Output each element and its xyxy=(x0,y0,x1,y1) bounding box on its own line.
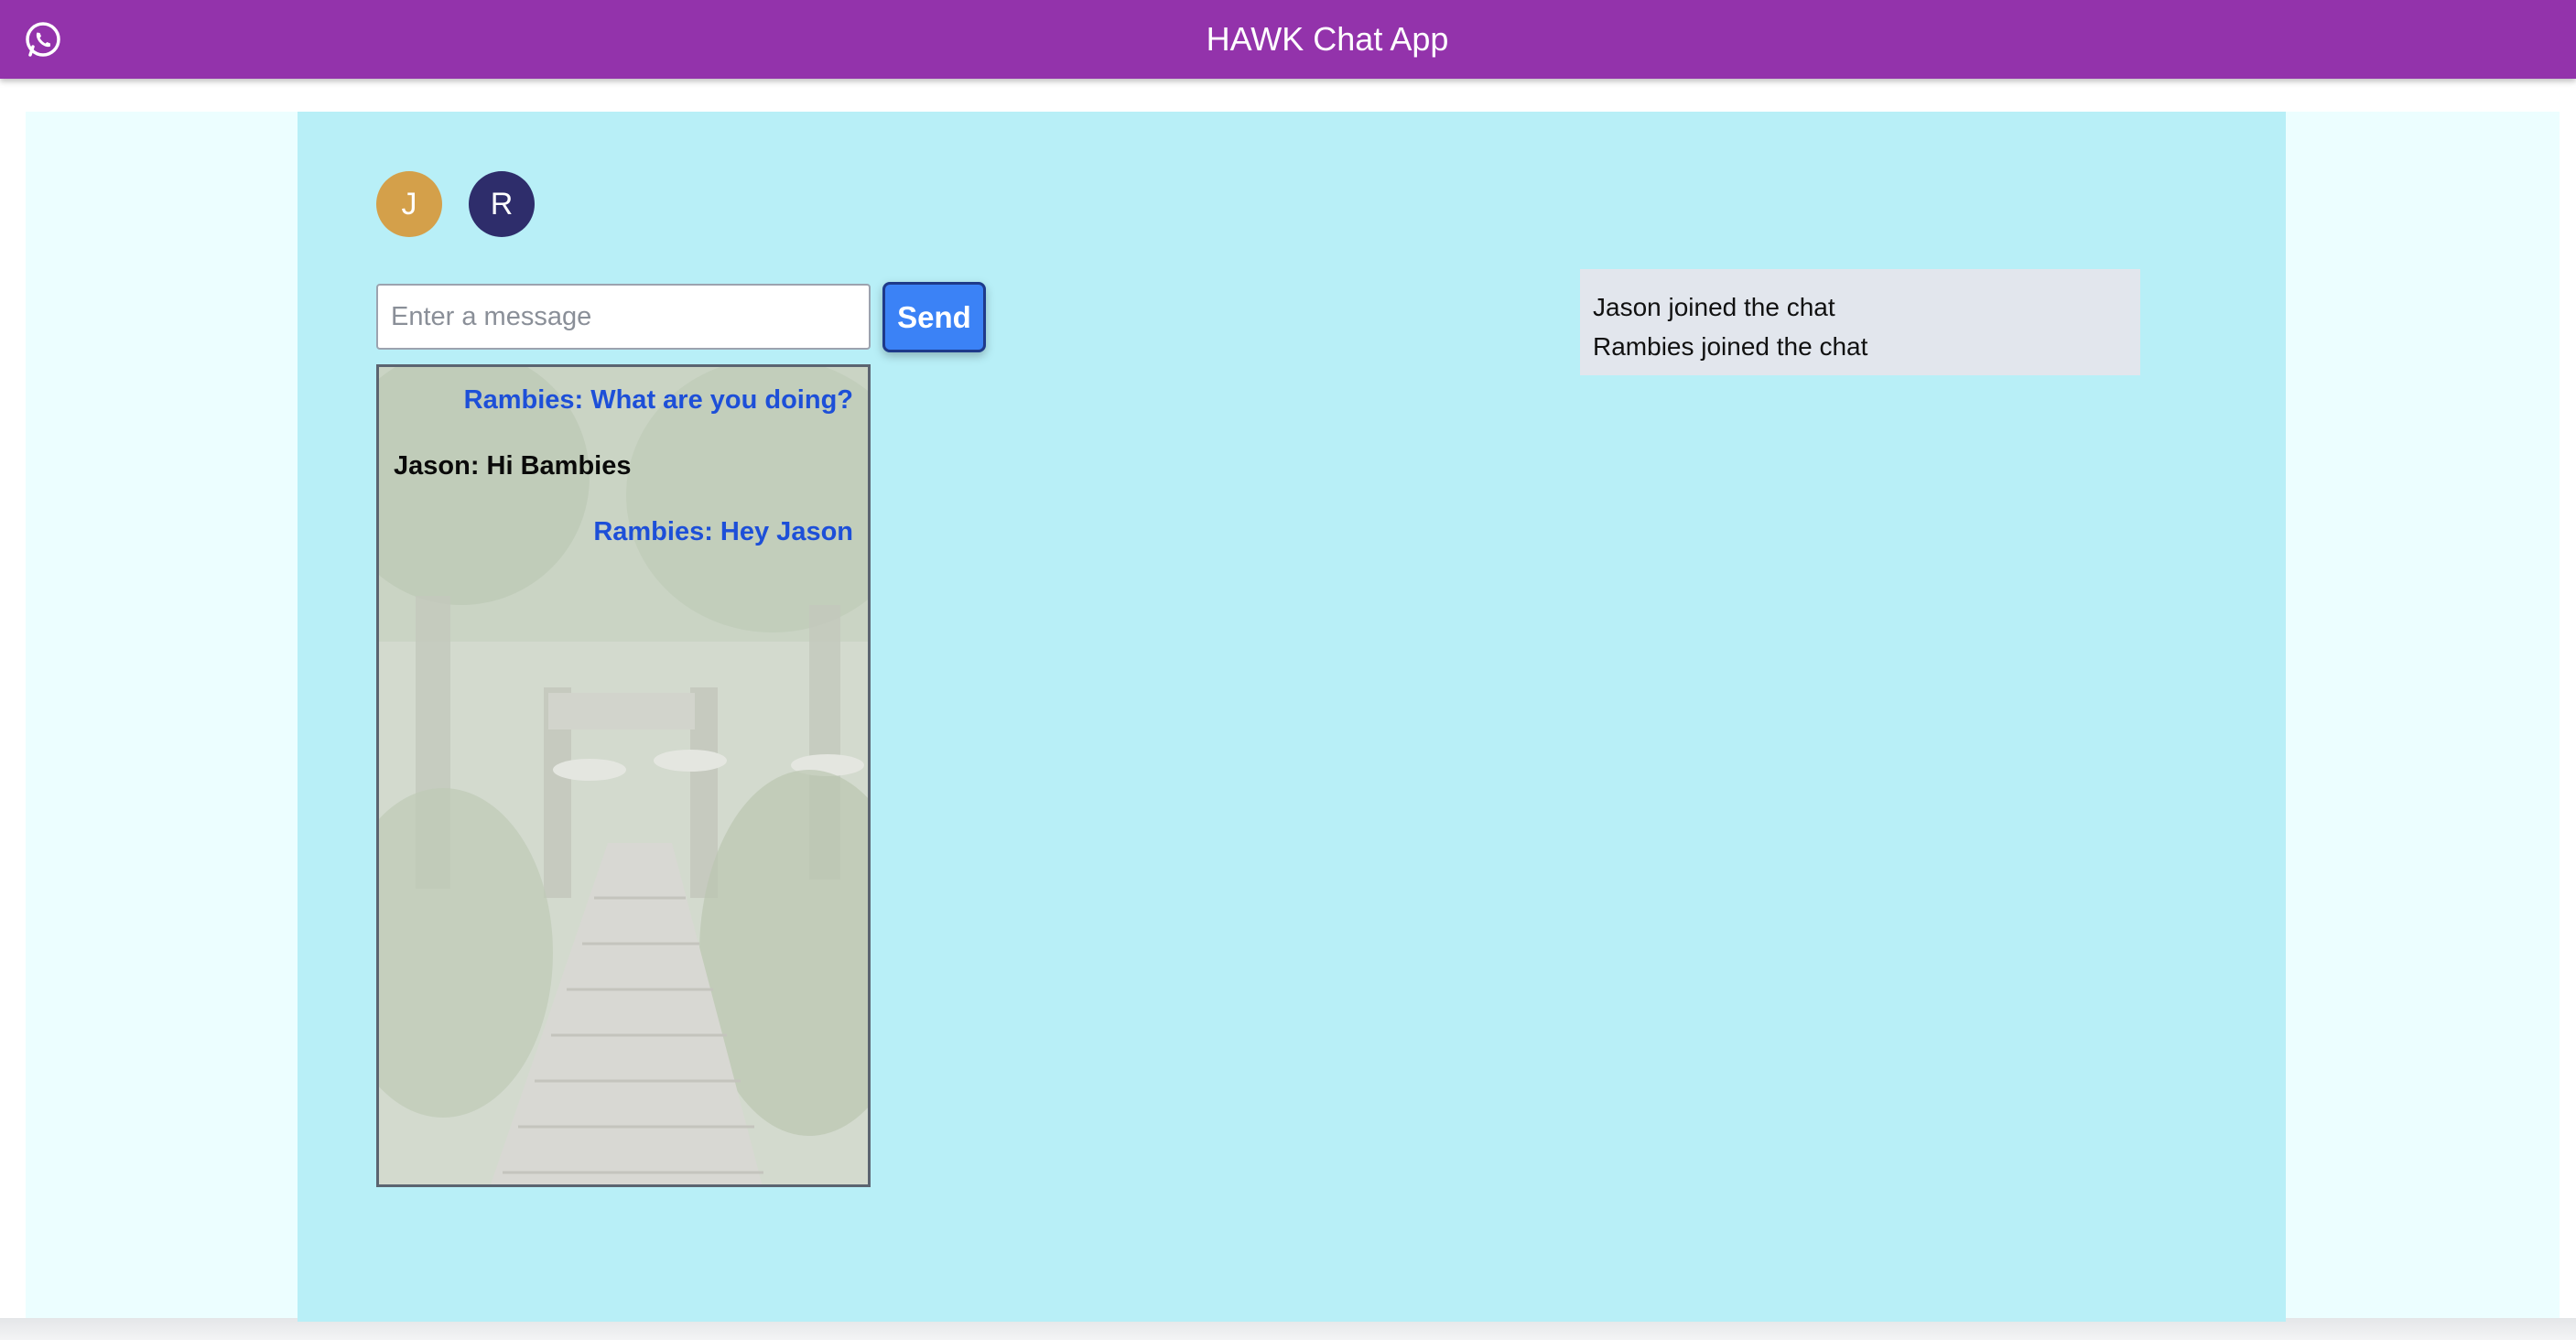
message-input[interactable] xyxy=(376,284,871,350)
avatar-jason[interactable]: J xyxy=(376,171,442,237)
avatar-rambies[interactable]: R xyxy=(469,171,535,237)
join-notifications: Jason joined the chat Rambies joined the… xyxy=(1580,269,2140,375)
notification-item: Rambies joined the chat xyxy=(1593,332,1868,361)
message-list: Rambies: What are you doing? Jason: Hi B… xyxy=(379,367,868,581)
notification-item: Jason joined the chat xyxy=(1593,293,1835,321)
app-title: HAWK Chat App xyxy=(1206,20,1449,58)
message-item: Jason: Hi Bambies xyxy=(394,451,632,481)
send-button[interactable]: Send xyxy=(882,282,986,352)
message-item: Rambies: What are you doing? xyxy=(463,385,853,415)
message-item: Rambies: Hey Jason xyxy=(593,517,853,546)
chat-messages-box[interactable]: Rambies: What are you doing? Jason: Hi B… xyxy=(376,364,871,1187)
app-header: HAWK Chat App xyxy=(0,0,2576,79)
